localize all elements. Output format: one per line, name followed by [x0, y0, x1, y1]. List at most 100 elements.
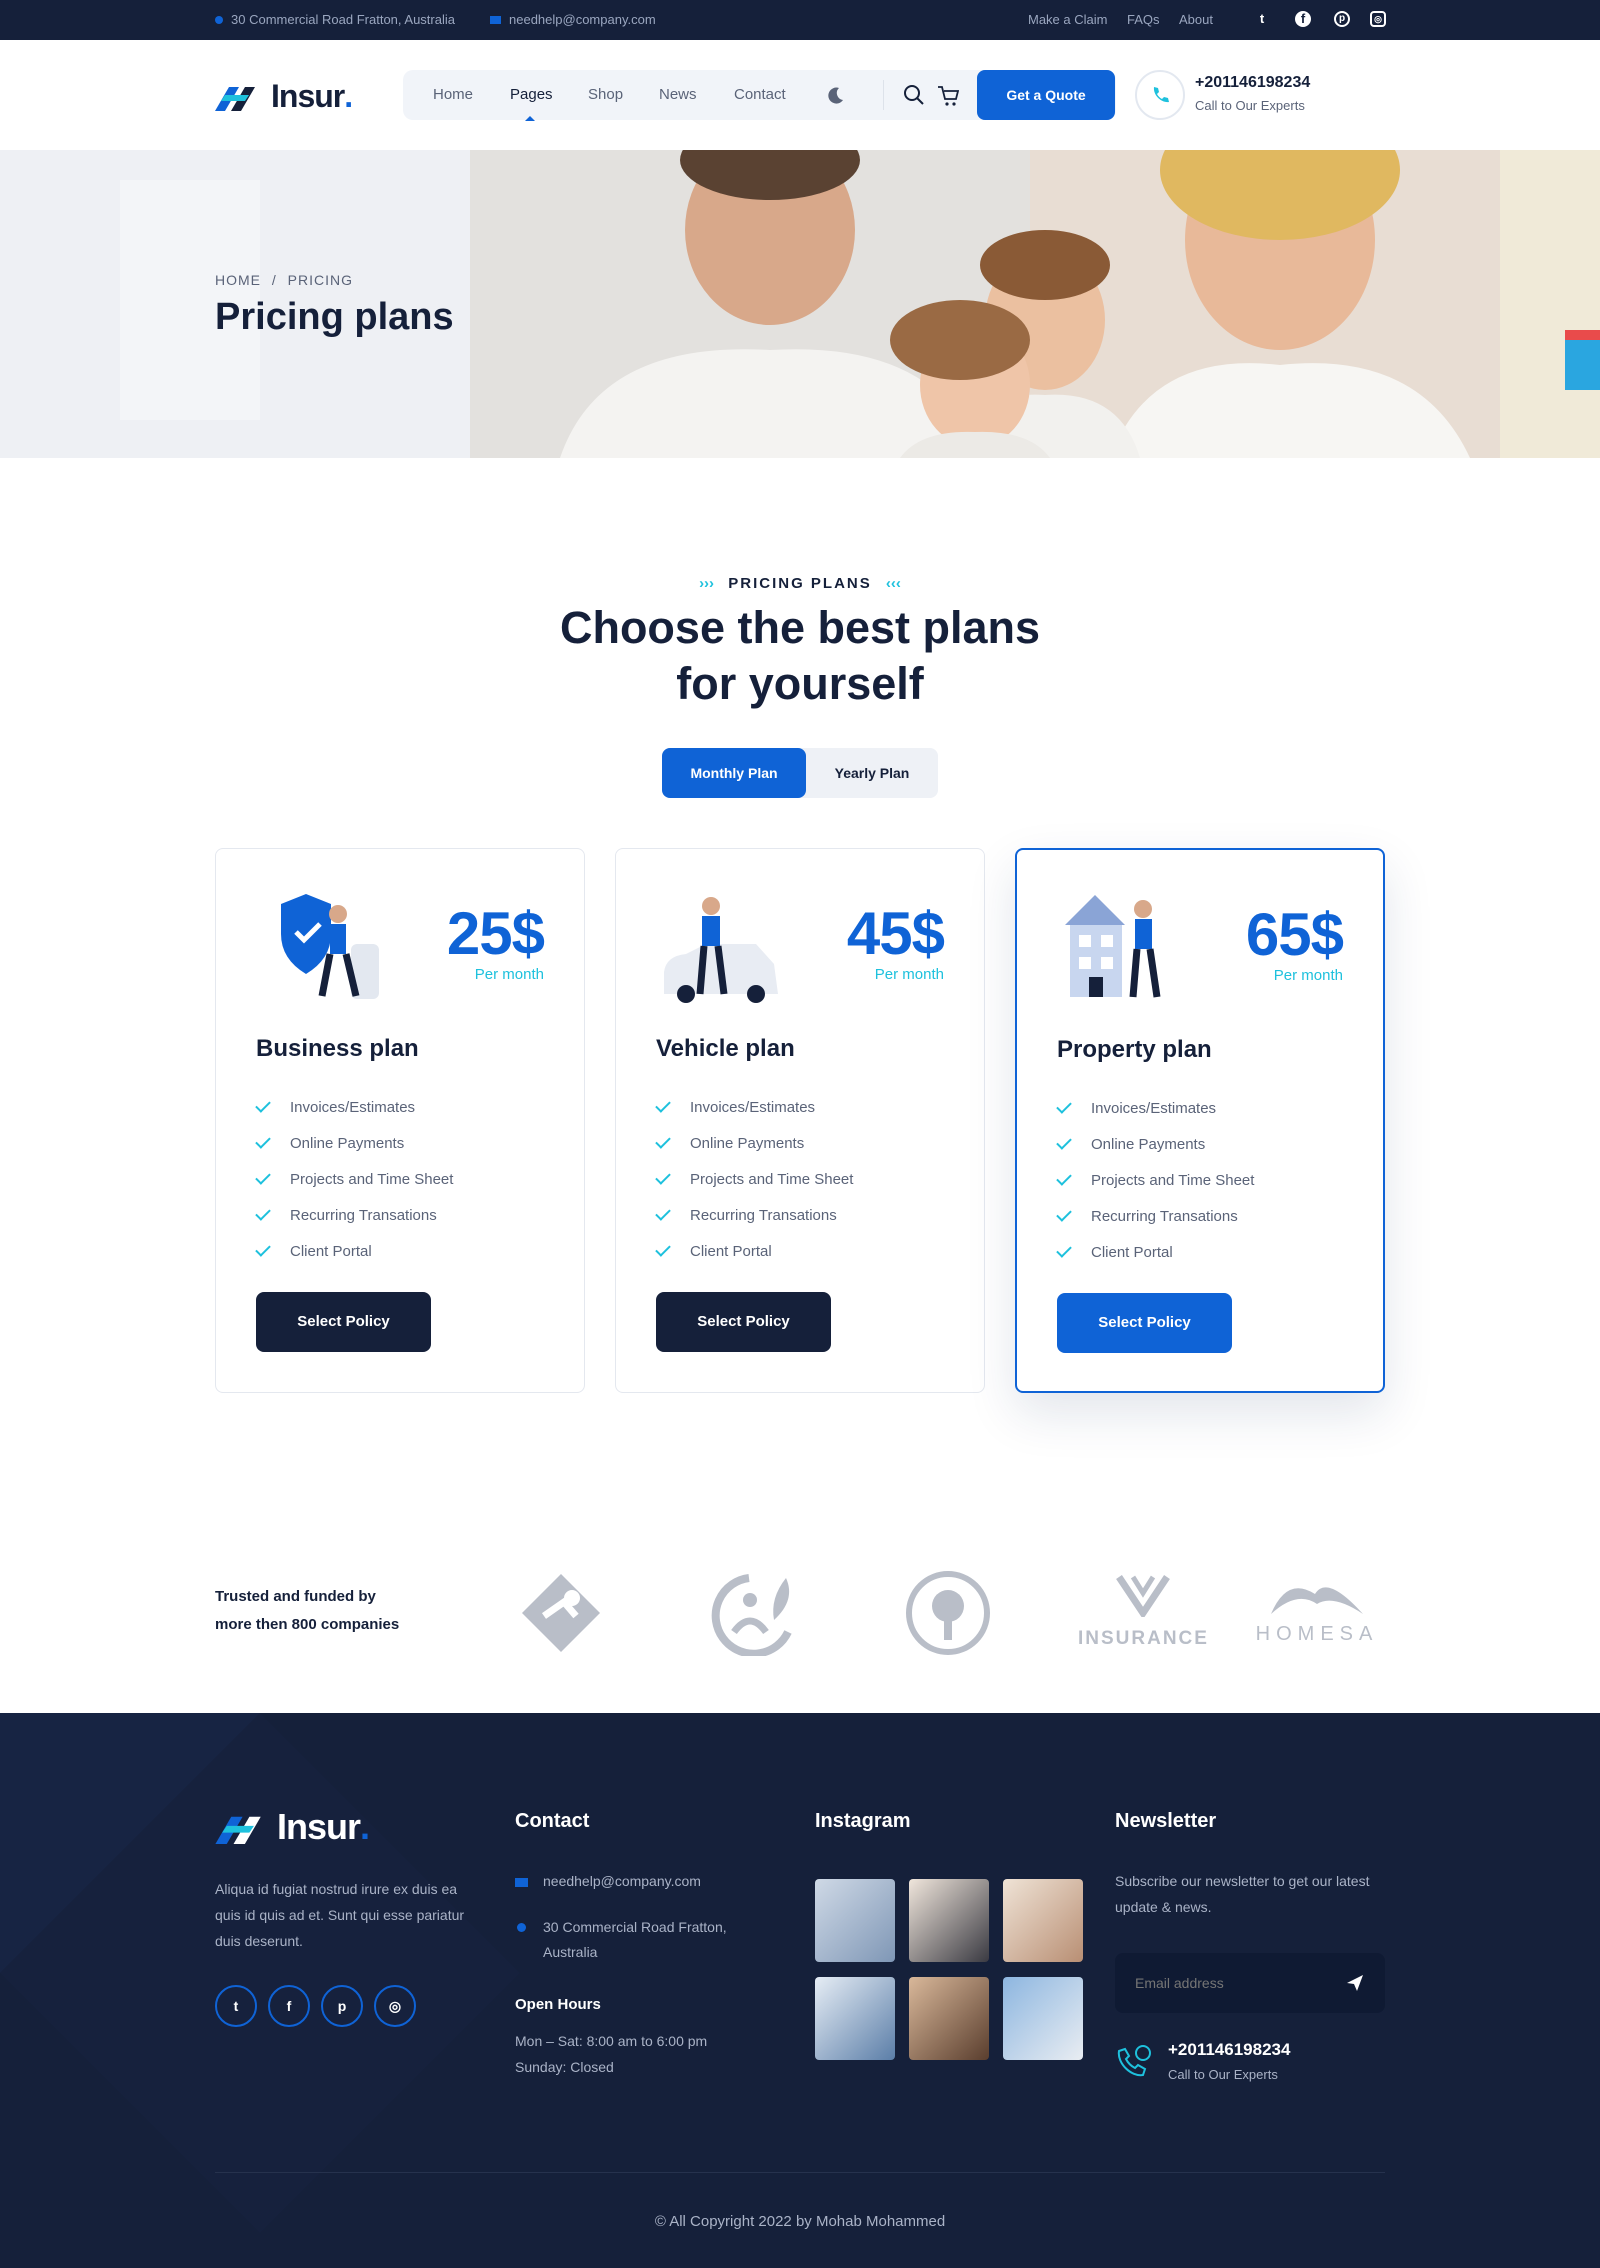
- nav-shop[interactable]: Shop: [588, 86, 623, 103]
- pinterest-icon[interactable]: p: [1334, 11, 1350, 27]
- property-select-policy-button[interactable]: Select Policy: [1057, 1293, 1232, 1353]
- nav-home[interactable]: Home: [433, 86, 473, 103]
- footer-instagram-icon[interactable]: ◎: [374, 1985, 416, 2027]
- faqs-link[interactable]: FAQs: [1127, 12, 1160, 27]
- partner-logo-homesa: HOMESA: [1248, 1570, 1386, 1646]
- send-paper-plane-icon[interactable]: [1345, 1973, 1365, 1993]
- newsletter-email-input[interactable]: [1135, 1971, 1335, 1995]
- feature-label: Client Portal: [690, 1242, 772, 1260]
- property-plan-features: Invoices/Estimates Online Payments Proje…: [1056, 1090, 1255, 1270]
- vehicle-plan-name: Vehicle plan: [656, 1035, 795, 1062]
- instagram-photo[interactable]: [1003, 1879, 1083, 1962]
- business-plan-card: 25$ Per month Business plan Invoices/Est…: [215, 848, 585, 1393]
- feature-label: Recurring Transations: [690, 1206, 837, 1224]
- partner-logo-homesa-text: HOMESA: [1255, 1623, 1379, 1645]
- property-house-illustration: [1065, 895, 1161, 998]
- nav-pages[interactable]: Pages: [510, 86, 553, 103]
- envelope-icon: [490, 15, 501, 24]
- footer-location-pin-icon: [517, 1923, 526, 1932]
- footer-hours-line1: Mon – Sat: 8:00 am to 6:00 pm: [515, 2033, 708, 2049]
- plan-period-toggle: Monthly Plan Yearly Plan: [662, 748, 938, 798]
- tag-arrows-right-icon: ‹‹‹: [885, 575, 901, 592]
- breadcrumb-home[interactable]: HOME: [215, 272, 261, 288]
- get-a-quote-button[interactable]: Get a Quote: [977, 70, 1115, 120]
- footer-pinterest-icon[interactable]: p: [321, 1985, 363, 2027]
- check-icon: [1056, 1170, 1072, 1186]
- pricing-tag-text: PRICING PLANS: [728, 575, 872, 592]
- partners-caption: Trusted and funded by more then 800 comp…: [215, 1583, 399, 1639]
- cart-icon[interactable]: [937, 85, 959, 107]
- feature-item: Recurring Transations: [655, 1197, 853, 1233]
- footer-email[interactable]: needhelp@company.com: [543, 1868, 701, 1894]
- feature-label: Recurring Transations: [290, 1206, 437, 1224]
- feature-item: Projects and Time Sheet: [255, 1161, 453, 1197]
- page-hero-banner: HOME / PRICING Pricing plans: [0, 150, 1600, 458]
- footer-phone-number[interactable]: +201146198234: [1168, 2040, 1290, 2060]
- footer-facebook-icon[interactable]: f: [268, 1985, 310, 2027]
- page-title: Pricing plans: [215, 296, 454, 338]
- feature-item: Projects and Time Sheet: [655, 1161, 853, 1197]
- email-info[interactable]: needhelp@company.com: [490, 12, 656, 27]
- instagram-photo[interactable]: [909, 1879, 989, 1962]
- vehicle-plan-card: 45$ Per month Vehicle plan Invoices/Esti…: [615, 848, 985, 1393]
- check-icon: [655, 1169, 671, 1185]
- instagram-icon[interactable]: ◎: [1370, 11, 1386, 27]
- check-icon: [255, 1241, 271, 1257]
- logo-dot: .: [344, 77, 354, 114]
- feature-item: Invoices/Estimates: [655, 1089, 853, 1125]
- facebook-icon[interactable]: f: [1295, 11, 1311, 27]
- feature-label: Online Payments: [290, 1134, 405, 1152]
- feature-label: Projects and Time Sheet: [1091, 1171, 1255, 1189]
- pricing-title-line2: for yourself: [676, 658, 924, 709]
- yearly-plan-tab[interactable]: Yearly Plan: [806, 748, 938, 798]
- monthly-plan-tab[interactable]: Monthly Plan: [662, 748, 806, 798]
- about-link[interactable]: About: [1179, 12, 1213, 27]
- footer-contact-heading: Contact: [515, 1810, 590, 1832]
- footer-twitter-icon[interactable]: t: [215, 1985, 257, 2027]
- check-icon: [1056, 1206, 1072, 1222]
- nav-contact[interactable]: Contact: [734, 86, 786, 103]
- check-icon: [255, 1169, 271, 1185]
- twitter-icon[interactable]: t: [1254, 11, 1270, 27]
- business-select-policy-button[interactable]: Select Policy: [256, 1292, 431, 1352]
- instagram-photo[interactable]: [1003, 1977, 1083, 2060]
- top-bar: 30 Commercial Road Fratton, Australia ne…: [0, 0, 1600, 40]
- nav-news[interactable]: News: [659, 86, 697, 103]
- vehicle-plan-price: 45$: [846, 900, 945, 967]
- phone-circle[interactable]: [1135, 70, 1185, 120]
- partner-logo-diamond-icon: [522, 1574, 600, 1652]
- instagram-photo[interactable]: [815, 1977, 895, 2060]
- check-icon: [1056, 1098, 1072, 1114]
- footer-hours-line2: Sunday: Closed: [515, 2059, 614, 2075]
- topbar-email[interactable]: needhelp@company.com: [509, 12, 656, 27]
- search-icon[interactable]: [903, 84, 925, 106]
- property-plan-card: 65$ Per month Property plan Invoices/Est…: [1015, 848, 1385, 1393]
- feature-label: Client Portal: [290, 1242, 372, 1260]
- feature-item: Invoices/Estimates: [255, 1089, 453, 1125]
- footer-phone-caption: Call to Our Experts: [1168, 2067, 1278, 2082]
- footer-logo-text: Insur: [277, 1806, 361, 1847]
- vehicle-select-policy-button[interactable]: Select Policy: [656, 1292, 831, 1352]
- header-phone-caption: Call to Our Experts: [1195, 98, 1305, 113]
- feature-item: Projects and Time Sheet: [1056, 1162, 1255, 1198]
- feature-label: Invoices/Estimates: [1091, 1099, 1217, 1117]
- dark-mode-moon-icon[interactable]: [825, 85, 845, 105]
- check-icon: [255, 1133, 271, 1149]
- footer-logo[interactable]: Insur.: [215, 1806, 370, 1847]
- instagram-photo[interactable]: [815, 1879, 895, 1962]
- check-icon: [255, 1205, 271, 1221]
- feature-label: Invoices/Estimates: [690, 1098, 816, 1116]
- tag-arrows-left-icon: ›››: [699, 575, 715, 592]
- instagram-photo[interactable]: [909, 1977, 989, 2060]
- header-phone-number[interactable]: +201146198234: [1195, 74, 1310, 92]
- check-icon: [655, 1241, 671, 1257]
- footer-instagram-heading: Instagram: [815, 1810, 911, 1832]
- vehicle-plan-period: Per month: [874, 966, 944, 983]
- breadcrumb-current: PRICING: [287, 272, 354, 288]
- pricing-title-line1: Choose the best plans: [559, 602, 1041, 653]
- make-a-claim-link[interactable]: Make a Claim: [1028, 12, 1107, 27]
- feature-label: Online Payments: [690, 1134, 805, 1152]
- business-shield-illustration: [281, 894, 379, 999]
- check-icon: [655, 1097, 671, 1113]
- site-logo[interactable]: Insur.: [215, 78, 353, 114]
